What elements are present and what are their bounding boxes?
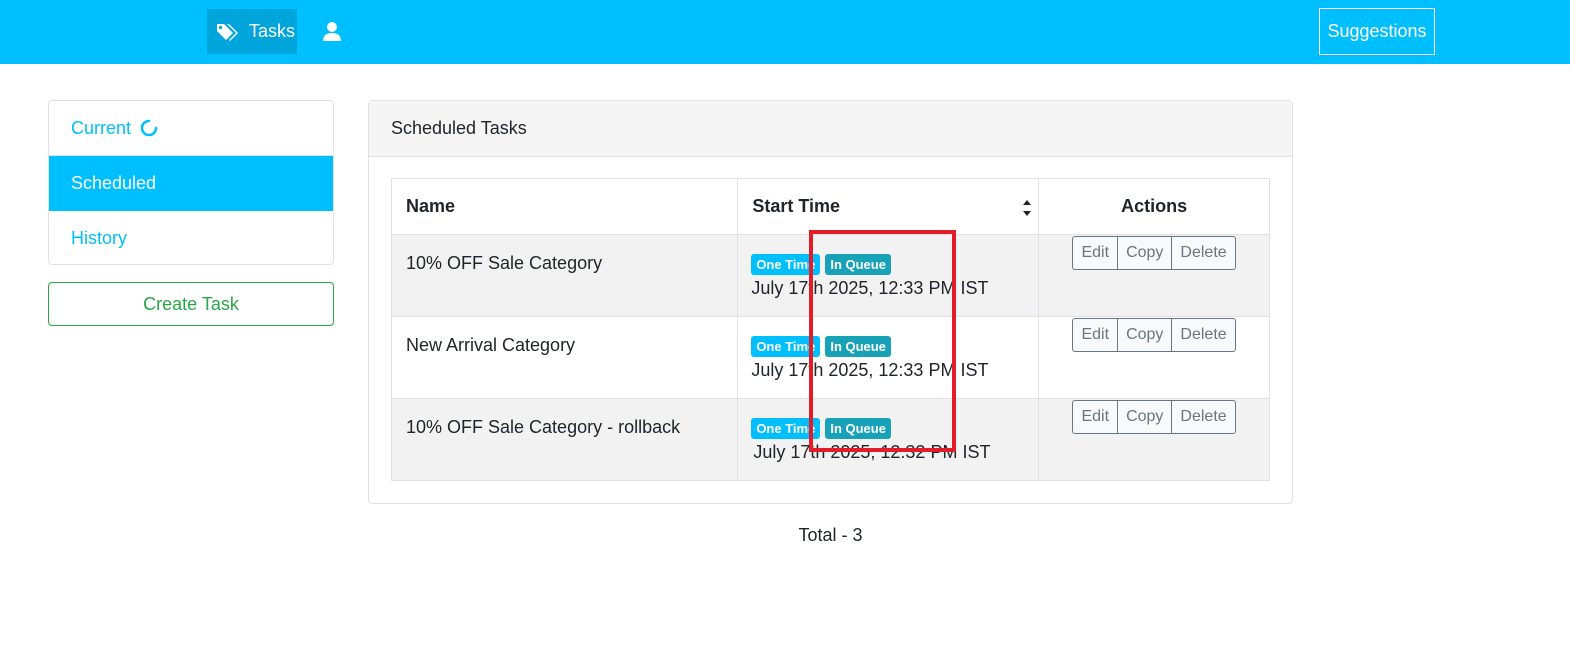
start-time-text: July 17th 2025, 12:33 PM IST: [751, 278, 989, 298]
task-name: 10% OFF Sale Category - rollback: [390, 398, 739, 481]
top-navbar: Tasks Suggestions: [0, 0, 1570, 64]
copy-button[interactable]: Copy: [1117, 236, 1173, 270]
task-actions: Edit Copy Delete: [1038, 316, 1270, 399]
sort-icon[interactable]: [1022, 197, 1032, 219]
tasks-table: Name Start Time Actions 10% OFF Sale Cat…: [390, 178, 1270, 481]
nav-tasks-label: Tasks: [249, 21, 296, 41]
delete-button[interactable]: Delete: [1171, 400, 1236, 434]
spinner-icon: [140, 119, 158, 137]
task-actions: Edit Copy Delete: [1038, 234, 1270, 317]
user-icon[interactable]: [320, 20, 344, 44]
edit-button[interactable]: Edit: [1072, 236, 1119, 270]
start-time-text: July 17th 2025, 12:33 PM IST: [751, 360, 989, 380]
sidebar-item-scheduled[interactable]: Scheduled: [49, 156, 333, 211]
sidebar-item-label: Scheduled: [71, 172, 157, 193]
sidebar-item-label: History: [71, 228, 128, 248]
start-time-text: July 17th 2025, 12:32 PM IST: [753, 442, 991, 462]
type-badge: One Time: [751, 253, 821, 275]
copy-button[interactable]: Copy: [1117, 400, 1173, 434]
tags-icon: [217, 23, 238, 41]
sidebar-item-current[interactable]: Current: [49, 101, 333, 156]
column-header-start-time[interactable]: Start Time: [737, 178, 1040, 235]
scheduled-tasks-card: Scheduled Tasks Name Start Time Actions …: [368, 100, 1293, 504]
copy-button[interactable]: Copy: [1117, 318, 1173, 352]
suggestions-button[interactable]: Suggestions: [1319, 8, 1435, 55]
task-name: New Arrival Category: [390, 316, 739, 399]
table-header-row: Name Start Time Actions: [390, 178, 1270, 235]
task-start-time: One Time In Queue July 17th 2025, 12:33 …: [737, 234, 1040, 317]
total-count: Total - 3: [798, 525, 863, 545]
nav-tasks-link[interactable]: Tasks: [207, 9, 297, 54]
create-task-button[interactable]: Create Task: [48, 282, 334, 326]
task-start-time: One Time In Queue July 17th 2025, 12:32 …: [737, 398, 1040, 481]
status-badge: In Queue: [825, 253, 891, 275]
status-badge: In Queue: [825, 335, 891, 357]
edit-button[interactable]: Edit: [1072, 400, 1119, 434]
card-title: Scheduled Tasks: [369, 101, 1292, 157]
sidebar-item-label: Current: [71, 117, 132, 138]
table-row: 10% OFF Sale Category One Time In Queue …: [390, 234, 1270, 317]
column-header-actions: Actions: [1038, 178, 1270, 235]
sidebar-menu: Current Scheduled History: [48, 100, 334, 265]
edit-button[interactable]: Edit: [1072, 318, 1119, 352]
type-badge: One Time: [751, 335, 821, 357]
type-badge: One Time: [751, 417, 821, 439]
table-row: 10% OFF Sale Category - rollback One Tim…: [390, 398, 1270, 481]
task-start-time: One Time In Queue July 17th 2025, 12:33 …: [737, 316, 1040, 399]
sidebar-item-history[interactable]: History: [49, 211, 333, 264]
delete-button[interactable]: Delete: [1171, 236, 1236, 270]
column-header-name[interactable]: Name: [390, 178, 739, 235]
delete-button[interactable]: Delete: [1171, 318, 1236, 352]
task-actions: Edit Copy Delete: [1038, 398, 1270, 481]
status-badge: In Queue: [825, 417, 891, 439]
column-header-label: Start Time: [752, 196, 841, 216]
task-name: 10% OFF Sale Category: [390, 234, 739, 317]
table-row: New Arrival Category One Time In Queue J…: [390, 316, 1270, 399]
